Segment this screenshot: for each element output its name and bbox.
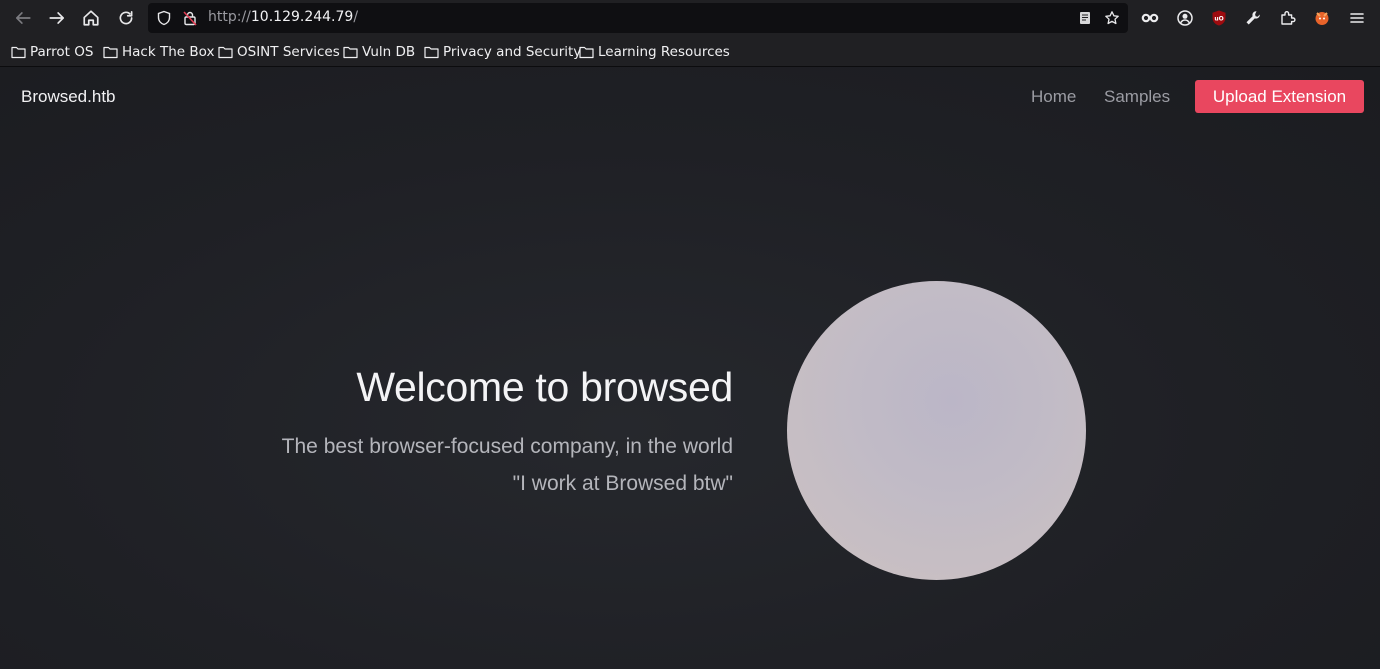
shield-icon[interactable] — [155, 9, 173, 27]
upload-extension-button[interactable]: Upload Extension — [1195, 80, 1364, 113]
bookmark-folder-osint-services[interactable]: OSINT Services — [218, 43, 340, 61]
url-host: 10.129.244.79 — [250, 9, 354, 25]
bookmark-label: Privacy and Security — [443, 44, 582, 60]
bookmark-label: Learning Resources — [598, 44, 730, 60]
folder-icon — [343, 46, 358, 59]
home-icon — [83, 10, 99, 26]
menu-hamburger-icon[interactable] — [1345, 6, 1369, 30]
back-button[interactable] — [10, 5, 36, 31]
arrow-right-icon — [49, 12, 65, 24]
bookmark-folder-privacy-and-security[interactable]: Privacy and Security — [424, 43, 581, 61]
web-page: Browsed.htb Home Samples Upload Extensio… — [0, 67, 1380, 669]
bookmark-folder-hack-the-box[interactable]: Hack The Box — [103, 43, 214, 61]
ublock-origin-icon[interactable]: uO — [1207, 6, 1231, 30]
reader-view-icon[interactable] — [1076, 9, 1094, 27]
bookmark-label: OSINT Services — [237, 44, 340, 60]
hero-orb-graphic — [787, 281, 1086, 580]
url-scheme: http:// — [208, 9, 251, 25]
foxyproxy-icon[interactable] — [1310, 6, 1334, 30]
nav-home-link[interactable]: Home — [1031, 87, 1076, 107]
folder-icon — [424, 46, 439, 59]
folder-icon — [103, 46, 118, 59]
wrench-icon[interactable] — [1241, 6, 1265, 30]
url-path: / — [353, 9, 359, 25]
url-bar[interactable]: http://10.129.244.79/ — [148, 3, 1128, 33]
bookmark-label: Hack The Box — [122, 44, 215, 60]
hero-quote: "I work at Browsed btw" — [512, 472, 733, 495]
bookmark-label: Parrot OS — [30, 44, 94, 60]
insecure-lock-icon[interactable] — [181, 9, 199, 27]
account-icon[interactable] — [1173, 6, 1197, 30]
extensions-puzzle-icon[interactable] — [1276, 6, 1300, 30]
svg-text:uO: uO — [1214, 16, 1223, 23]
bookmarks-bar: Parrot OS Hack The Box OSINT Services Vu… — [0, 35, 1380, 67]
url-text[interactable]: http://10.129.244.79/ — [208, 9, 358, 25]
bookmark-star-icon[interactable] — [1103, 9, 1121, 27]
forward-button[interactable] — [44, 5, 70, 31]
reload-icon — [119, 10, 133, 25]
bookmark-folder-vuln-db[interactable]: Vuln DB — [343, 43, 415, 61]
home-button[interactable] — [78, 5, 104, 31]
folder-icon — [11, 46, 26, 59]
reload-button[interactable] — [113, 5, 139, 31]
hero-subtitle: The best browser-focused company, in the… — [281, 435, 733, 458]
folder-icon — [579, 46, 594, 59]
bookmark-label: Vuln DB — [362, 44, 416, 60]
browser-toolbar: http://10.129.244.79/ uO — [0, 0, 1380, 35]
private-browsing-icon[interactable] — [1138, 6, 1162, 30]
bookmark-folder-learning-resources[interactable]: Learning Resources — [579, 43, 730, 61]
bookmark-folder-parrot-os[interactable]: Parrot OS — [11, 43, 93, 61]
folder-icon — [218, 46, 233, 59]
site-brand-link[interactable]: Browsed.htb — [21, 87, 116, 107]
arrow-left-icon — [15, 12, 31, 24]
nav-samples-link[interactable]: Samples — [1104, 87, 1170, 107]
hero-title: Welcome to browsed — [356, 364, 733, 410]
